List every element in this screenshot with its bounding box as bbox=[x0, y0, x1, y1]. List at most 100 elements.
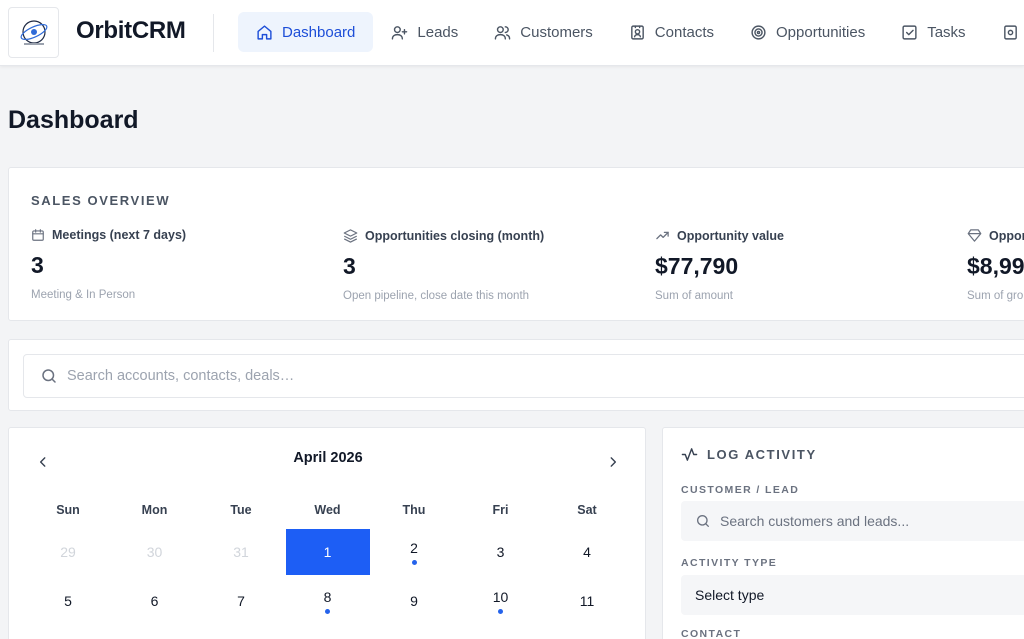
header-divider bbox=[213, 14, 214, 52]
calendar-day[interactable]: 7 bbox=[199, 578, 283, 624]
kpi-opportunities-closing: Opportunities closing (month) 3 Open pip… bbox=[343, 228, 643, 303]
user-plus-icon bbox=[392, 25, 408, 40]
calendar-day[interactable]: 31 bbox=[199, 529, 283, 575]
calendar-day[interactable]: 3 bbox=[459, 529, 543, 575]
log-activity-title: LOG ACTIVITY bbox=[707, 447, 817, 462]
calendar-day[interactable]: 10 bbox=[459, 578, 543, 624]
calendar-day[interactable]: 29 bbox=[26, 529, 110, 575]
search-box[interactable] bbox=[23, 354, 1024, 398]
search-icon bbox=[42, 369, 56, 383]
sales-overview-card: SALES OVERVIEW Meetings (next 7 days) 3 … bbox=[8, 167, 1024, 321]
calendar-day-number: 9 bbox=[410, 593, 418, 609]
contact-card-icon bbox=[630, 24, 644, 40]
nav-item-tasks[interactable]: Tasks bbox=[883, 12, 983, 52]
search-card bbox=[8, 339, 1024, 411]
calendar-day-number: 11 bbox=[579, 593, 595, 609]
kpi-opportunity-value: Opportunity value $77,790 Sum of amount bbox=[655, 228, 955, 303]
weekday-header: Sun bbox=[56, 503, 80, 517]
page-title: Dashboard bbox=[8, 106, 139, 134]
nav-item-contacts[interactable]: Contacts bbox=[611, 12, 732, 52]
weekday-header: Thu bbox=[402, 503, 426, 517]
calendar-day[interactable]: 4 bbox=[545, 529, 629, 575]
customer-lead-search-field[interactable]: Search customers and leads... bbox=[681, 501, 1024, 541]
kpi-value: $77,790 bbox=[655, 253, 739, 279]
search-icon bbox=[697, 515, 709, 527]
nav-item-opportunities[interactable]: Opportunities bbox=[732, 12, 883, 52]
calendar-day-number: 2 bbox=[410, 539, 418, 556]
nav-label: Contacts bbox=[654, 23, 714, 41]
customer-lead-placeholder: Search customers and leads... bbox=[720, 513, 910, 529]
calendar-day-number: 6 bbox=[150, 593, 159, 609]
calendar-day-selected[interactable]: 1 bbox=[285, 529, 370, 575]
users-icon bbox=[494, 25, 511, 40]
calendar-day[interactable]: 2 bbox=[372, 529, 456, 575]
nav-item-dashboard[interactable]: Dashboard bbox=[238, 12, 374, 52]
checkbox-icon bbox=[902, 24, 917, 40]
diamond-icon bbox=[967, 229, 982, 242]
weekday-header: Mon bbox=[141, 503, 168, 517]
nav-label: Dashboard bbox=[282, 23, 356, 41]
calendar-card: April 2026 Sun Mon Tue Wed Thu Fri Sat 29 30 31 1 2… bbox=[8, 427, 646, 639]
nav-label: Opportunities bbox=[776, 23, 866, 41]
contact-label: CONTACT bbox=[681, 628, 742, 639]
calendar-day-number: 1 bbox=[323, 544, 332, 560]
main-nav: Dashboard Leads Customers Contacts Oppor… bbox=[238, 12, 1024, 52]
calendar-day-number: 5 bbox=[64, 593, 72, 609]
kpi-gross-opportunity: Oppor $8,99 Sum of gro bbox=[967, 228, 1024, 303]
calendar-day-number: 8 bbox=[323, 588, 332, 605]
top-navigation-bar: OrbitCRM Dashboard Leads Customers Conta… bbox=[0, 0, 1024, 66]
target-icon bbox=[751, 24, 766, 40]
activity-icon bbox=[681, 448, 698, 461]
nav-item-leads[interactable]: Leads bbox=[373, 12, 476, 52]
activity-type-value: Select type bbox=[695, 587, 765, 603]
kpi-value: 3 bbox=[31, 252, 44, 278]
weekday-header: Fri bbox=[492, 503, 509, 517]
activity-type-select[interactable]: Select type bbox=[681, 575, 1024, 615]
sales-overview-label: SALES OVERVIEW bbox=[31, 193, 171, 208]
layers-icon bbox=[343, 229, 358, 243]
more-nav-icon bbox=[1003, 24, 1017, 40]
kpi-value: $8,99 bbox=[967, 253, 1024, 279]
calendar-day-number: 4 bbox=[583, 544, 591, 560]
nav-item-customers[interactable]: Customers bbox=[476, 12, 611, 52]
nav-label: Tasks bbox=[927, 23, 966, 41]
calendar-day[interactable]: 11 bbox=[545, 578, 629, 624]
calendar-day-number: 30 bbox=[146, 544, 163, 560]
kpi-title: Oppor bbox=[989, 228, 1024, 243]
event-indicator-dot bbox=[325, 608, 330, 614]
kpi-title: Meetings (next 7 days) bbox=[52, 228, 187, 242]
weekday-header: Sat bbox=[577, 503, 597, 517]
kpi-subtitle: Sum of amount bbox=[655, 290, 733, 302]
calendar-day-number: 31 bbox=[233, 544, 249, 560]
calendar-day-number: 10 bbox=[492, 588, 509, 605]
event-indicator-dot bbox=[411, 559, 417, 565]
weekday-header: Tue bbox=[230, 503, 252, 517]
kpi-meetings: Meetings (next 7 days) 3 Meeting & In Pe… bbox=[31, 228, 331, 301]
calendar-day[interactable]: 5 bbox=[26, 578, 110, 624]
kpi-subtitle: Sum of gro bbox=[967, 290, 1024, 302]
log-activity-header: LOG ACTIVITY bbox=[681, 446, 817, 463]
event-indicator-dot bbox=[498, 608, 503, 614]
calendar-day[interactable]: 30 bbox=[113, 529, 197, 575]
calendar-day[interactable]: 8 bbox=[286, 578, 370, 624]
customer-lead-label: CUSTOMER / LEAD bbox=[681, 484, 800, 496]
orbit-logo-icon bbox=[20, 19, 47, 45]
nav-label: Customers bbox=[520, 23, 593, 41]
nav-item-more[interactable] bbox=[984, 12, 1024, 52]
weekday-header: Wed bbox=[314, 503, 341, 517]
calendar-icon bbox=[32, 229, 44, 241]
home-icon bbox=[257, 24, 272, 40]
calendar-day-number: 3 bbox=[496, 544, 505, 560]
chevron-right-icon bbox=[610, 457, 617, 467]
global-search-input[interactable] bbox=[67, 368, 867, 384]
calendar-month-title: April 2026 bbox=[293, 450, 363, 466]
calendar-day-number: 7 bbox=[237, 593, 245, 609]
kpi-subtitle: Open pipeline, close date this month bbox=[343, 290, 530, 302]
kpi-title: Opportunity value bbox=[677, 228, 784, 243]
calendar-day[interactable]: 6 bbox=[113, 578, 197, 624]
app-logo[interactable] bbox=[8, 7, 59, 58]
kpi-title: Opportunities closing (month) bbox=[365, 228, 545, 243]
calendar-day[interactable]: 9 bbox=[372, 578, 456, 624]
kpi-value: 3 bbox=[343, 253, 356, 279]
next-month-button[interactable] bbox=[603, 452, 623, 472]
